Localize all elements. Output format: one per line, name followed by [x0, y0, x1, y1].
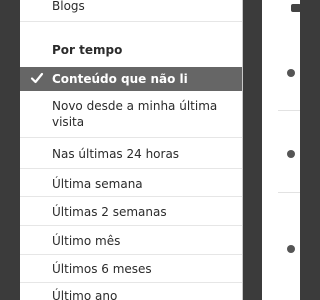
- sidebar-item-label: Último mês: [52, 234, 121, 248]
- bullet-icon: [287, 150, 295, 158]
- content-panel: [262, 0, 300, 300]
- filter-sidebar: Blogs Por tempo Conteúdo que não li Novo…: [20, 0, 243, 300]
- chat-icon[interactable]: [291, 4, 300, 12]
- sidebar-item-new-since-last-visit[interactable]: Novo desde a minha última visita: [20, 92, 242, 138]
- sidebar-item-unread-content[interactable]: Conteúdo que não li: [20, 67, 242, 91]
- bullet-icon: [287, 69, 295, 77]
- sidebar-item-last-24-hours[interactable]: Nas últimas 24 horas: [20, 139, 242, 169]
- checkmark-icon: [30, 72, 44, 84]
- sidebar-item-label: Último ano: [52, 289, 118, 300]
- sidebar-item-last-6-months[interactable]: Últimos 6 meses: [20, 256, 242, 283]
- sidebar-item-last-year[interactable]: Último ano: [20, 284, 242, 300]
- sidebar-item-label: Blogs: [52, 0, 85, 13]
- section-heading-por-tempo: Por tempo: [52, 43, 123, 57]
- sidebar-item-label: Últimos 6 meses: [52, 262, 152, 276]
- sidebar-item-label: Nas últimas 24 horas: [52, 147, 180, 161]
- page: Blogs Por tempo Conteúdo que não li Novo…: [0, 0, 300, 300]
- sidebar-item-blogs[interactable]: Blogs: [20, 0, 242, 22]
- divider: [278, 192, 300, 193]
- sidebar-item-last-2-weeks[interactable]: Últimas 2 semanas: [20, 198, 242, 226]
- sidebar-item-label: Novo desde a minha última visita: [52, 99, 218, 129]
- sidebar-item-last-week[interactable]: Última semana: [20, 170, 242, 197]
- sidebar-item-label: Conteúdo que não li: [52, 72, 188, 86]
- sidebar-item-label: Últimas 2 semanas: [52, 205, 167, 219]
- divider: [278, 110, 300, 111]
- bullet-icon: [287, 245, 295, 253]
- sidebar-item-label: Última semana: [52, 177, 143, 191]
- sidebar-item-last-month[interactable]: Último mês: [20, 227, 242, 255]
